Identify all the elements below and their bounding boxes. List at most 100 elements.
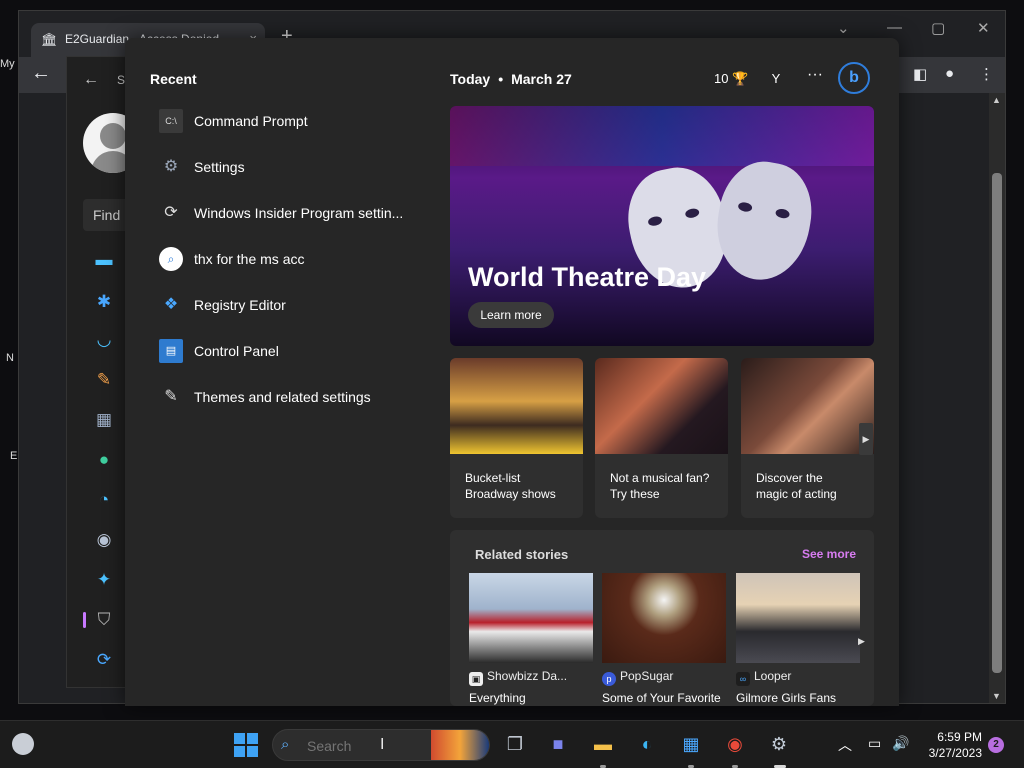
search-icon: ⌕ [159, 247, 183, 271]
chrome-icon[interactable]: ◉ [722, 731, 748, 757]
story-item[interactable]: ∞ Looper Gilmore Girls Fans [736, 573, 860, 705]
chevron-right-icon[interactable]: ▶ [859, 423, 873, 455]
theatre-mask-image [708, 154, 820, 288]
related-stories: Related stories See more ▣ Showbizz Da...… [450, 530, 874, 706]
today-label: Today [450, 71, 491, 87]
story-source: PopSugar [620, 669, 674, 683]
scroll-down-icon[interactable]: ▼ [992, 691, 1001, 701]
recent-item-insider[interactable]: ⟳ Windows Insider Program settin... [159, 199, 419, 227]
taskbar: ⌕ I ❐ ■ ▬ ◐ ▦ ◉ ⚙ ︿ ▭ 🔊 6:59 PM 3/27/202… [0, 720, 1024, 768]
rewards-points[interactable]: 10 🏆 [714, 71, 748, 87]
story-item[interactable]: p PopSugar Some of Your Favorite [602, 573, 726, 705]
recent-item-command-prompt[interactable]: C:\ Command Prompt [159, 107, 419, 135]
settings-gear-icon: ⚙ [163, 158, 179, 175]
news-card[interactable]: Discover the magic of acting [741, 358, 874, 518]
recent-item-label: thx for the ms acc [194, 251, 305, 267]
file-explorer-icon[interactable]: ▬ [590, 731, 616, 757]
weather-icon[interactable] [12, 733, 34, 755]
clock-date: 3/27/2023 [928, 746, 982, 760]
card-caption: Bucket-list Broadway shows [465, 471, 556, 501]
profile-avatar[interactable]: Y [764, 67, 788, 91]
see-more-link[interactable]: See more [802, 547, 856, 561]
story-source: Looper [754, 669, 792, 683]
store-icon[interactable]: ▦ [678, 731, 704, 757]
profile-icon[interactable]: ● [945, 65, 954, 82]
desktop-icon-label: My [0, 58, 15, 70]
apps-icon[interactable]: ▦ [93, 409, 115, 431]
maximize-button[interactable]: ▢ [931, 19, 945, 37]
network-icon[interactable]: ◡ [93, 329, 115, 351]
scrollbar-thumb[interactable] [992, 173, 1002, 673]
show-hidden-icons-chevron-icon[interactable]: ︿ [838, 735, 852, 755]
looper-icon: ∞ [736, 672, 750, 686]
back-button[interactable]: ← [31, 62, 51, 85]
selection-indicator [83, 612, 86, 628]
news-card[interactable]: Not a musical fan? Try these [595, 358, 728, 518]
privacy-shield-icon[interactable]: ⛉ [93, 609, 115, 631]
task-view-icon[interactable]: ❐ [502, 731, 528, 757]
accessibility-icon[interactable]: ✦ [93, 569, 115, 591]
teams-chat-icon[interactable]: ■ [545, 731, 571, 757]
hero-title: World Theatre Day [468, 262, 707, 292]
personalization-icon[interactable]: ✎ [93, 369, 115, 391]
recent-heading: Recent [150, 71, 197, 87]
scrollbar[interactable]: ▲ ▼ [989, 93, 1005, 703]
settings-title: S [117, 73, 126, 87]
network-icon[interactable]: ▭ [868, 735, 881, 752]
gaming-icon[interactable]: ◉ [93, 529, 115, 551]
windows-start-icon[interactable] [234, 733, 258, 757]
news-card[interactable]: Bucket-list Broadway shows [450, 358, 583, 518]
search-highlight-image [431, 730, 489, 760]
settings-gear-icon[interactable]: ⚙ [766, 731, 792, 757]
recent-item-label: Registry Editor [194, 297, 286, 313]
story-image [469, 573, 593, 663]
learn-more-button[interactable]: Learn more [468, 302, 554, 328]
recent-item-label: Control Panel [194, 343, 279, 359]
time-language-icon[interactable]: ◔ [93, 489, 115, 511]
feed-date: Today • March 27 [450, 71, 572, 87]
bluetooth-icon[interactable]: ✱ [93, 291, 115, 313]
edge-icon[interactable]: ◐ [634, 731, 660, 757]
story-headline: Gilmore Girls Fans [736, 691, 837, 705]
recent-item-registry[interactable]: ❖ Registry Editor [159, 291, 419, 319]
sidebar-toggle-icon[interactable]: ◧ [913, 65, 927, 83]
accounts-icon[interactable]: ● [93, 449, 115, 471]
system-icon[interactable]: ▬ [93, 249, 115, 271]
story-source: Showbizz Da... [487, 669, 568, 683]
story-headline: Some of Your Favorite [602, 691, 721, 705]
recent-item-themes[interactable]: ✎ Themes and related settings [159, 383, 419, 411]
menu-icon[interactable]: ⋮ [979, 65, 994, 83]
more-options-icon[interactable]: ··· [807, 66, 823, 84]
chevron-down-icon[interactable]: ⌄ [837, 19, 850, 37]
stage-lights [450, 106, 874, 166]
brush-icon: ✎ [164, 388, 178, 405]
card-caption: Not a musical fan? Try these [610, 471, 710, 501]
search-input[interactable] [307, 736, 417, 756]
windows-update-icon[interactable]: ⟳ [93, 649, 115, 671]
control-panel-icon: ▤ [159, 339, 183, 363]
sync-icon: ⟳ [164, 204, 178, 221]
recent-item-settings[interactable]: ⚙ Settings [159, 153, 419, 181]
trophy-icon: 🏆 [732, 71, 749, 86]
bing-icon[interactable]: b [838, 62, 870, 94]
clock[interactable]: 6:59 PM 3/27/2023 [922, 729, 982, 761]
broadway-image [450, 358, 583, 454]
recent-item-label: Windows Insider Program settin... [194, 205, 404, 221]
recent-item-control-panel[interactable]: ▤ Control Panel [159, 337, 419, 365]
recent-item-search[interactable]: ⌕ thx for the ms acc [159, 245, 419, 273]
notification-badge[interactable]: 2 [988, 737, 1004, 753]
bank-icon: 🏛 [41, 32, 58, 47]
text-cursor-icon: I [380, 736, 385, 753]
hero-card[interactable]: World Theatre Day Learn more [450, 106, 874, 346]
scroll-up-icon[interactable]: ▲ [992, 95, 1001, 105]
minimize-button[interactable]: — [887, 19, 902, 36]
recent-item-label: Settings [194, 159, 245, 175]
story-item[interactable]: ▣ Showbizz Da... Everything [469, 573, 593, 705]
start-menu: Recent C:\ Command Prompt ⚙ Settings ⟳ W… [125, 38, 899, 706]
chevron-right-icon[interactable]: ▶ [858, 636, 865, 647]
date-label: March 27 [511, 71, 572, 87]
back-arrow-icon[interactable]: ← [83, 71, 99, 89]
volume-icon[interactable]: 🔊 [892, 735, 909, 752]
close-window-button[interactable]: ✕ [977, 19, 990, 37]
card-caption: Discover the magic of acting [756, 471, 837, 501]
